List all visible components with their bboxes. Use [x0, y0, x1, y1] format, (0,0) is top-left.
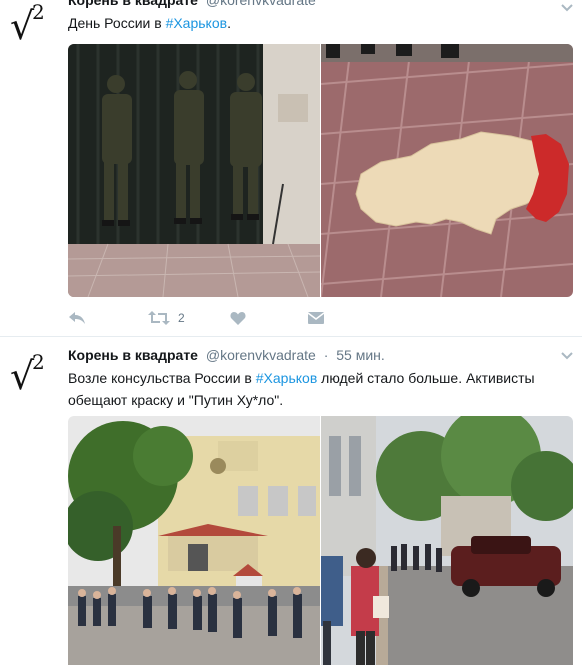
avatar-exponent: 2: [32, 0, 45, 24]
tweet-1-text-prefix: День России в: [68, 15, 166, 31]
avatar-root-symbol: √: [10, 4, 35, 48]
retweet-count: 2: [178, 311, 185, 325]
tweet-2-photo-street[interactable]: [321, 416, 573, 665]
tweet-1-text-suffix: .: [227, 15, 231, 31]
hashtag-link[interactable]: #Харьков: [256, 370, 318, 386]
retweet-icon: [148, 311, 170, 325]
like-button[interactable]: [230, 306, 246, 330]
tweet-1-actions: 2: [68, 306, 368, 330]
reply-icon: [69, 312, 85, 324]
author-handle[interactable]: @korenvkvadrate: [206, 0, 316, 8]
retweet-button[interactable]: 2: [148, 306, 185, 330]
like-icon: [230, 311, 246, 325]
header-separator: ·: [323, 347, 329, 363]
tweet-2-photo-consulate[interactable]: [68, 416, 320, 665]
tweet-2-text-part1: Возле консульства России в: [68, 370, 256, 386]
avatar[interactable]: √ 2: [10, 350, 54, 398]
avatar-exponent: 2: [32, 350, 45, 374]
tweet-2-text: Возле консульства России в #Харьков люде…: [68, 367, 568, 411]
tweet-divider: [0, 336, 582, 337]
reply-button[interactable]: [68, 306, 86, 330]
chevron-down-icon[interactable]: [561, 4, 573, 12]
author-name[interactable]: Корень в квадрате: [68, 347, 198, 363]
author-handle[interactable]: @korenvkvadrate: [206, 347, 316, 363]
tweet-2-header: Корень в квадрате @korenvkvadrate · 55 м…: [68, 347, 385, 363]
tweet-1-header: Корень в квадрате @korenvkvadrate: [68, 0, 316, 8]
tweet-1-text: День России в #Харьков.: [68, 12, 568, 34]
avatar[interactable]: √ 2: [10, 0, 54, 48]
tweet-timestamp[interactable]: 55 мин.: [336, 347, 385, 363]
chevron-down-icon[interactable]: [561, 352, 573, 360]
direct-message-button[interactable]: [308, 306, 324, 330]
tweet-1-photo-soldiers[interactable]: [68, 44, 320, 297]
avatar-root-symbol: √: [10, 354, 35, 398]
hashtag-link[interactable]: #Харьков: [166, 15, 228, 31]
tweet-1-photo-map[interactable]: [321, 44, 573, 297]
author-name[interactable]: Корень в квадрате: [68, 0, 198, 8]
dm-icon: [308, 312, 324, 324]
